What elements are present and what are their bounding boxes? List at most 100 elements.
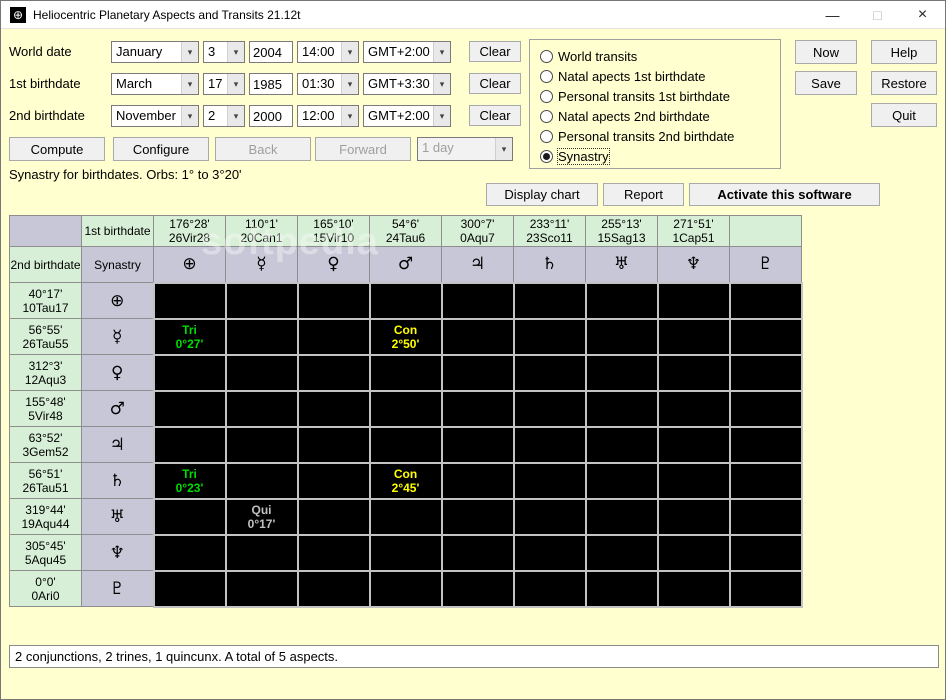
column-position-earth: 176°28' 26Vir28 — [153, 215, 226, 247]
saturn-symbol-icon: ♄ — [513, 246, 586, 283]
row-position-venus: 312°3' 12Aqu3 — [9, 354, 82, 391]
radio-world-transits[interactable]: World transits — [540, 48, 637, 64]
birth1-day-value: 17 — [208, 76, 223, 91]
radio-personal-transits-2nd[interactable]: Personal transits 2nd birthdate — [540, 128, 734, 144]
chevron-down-icon: ▾ — [227, 74, 244, 94]
world-time-select[interactable]: 14:00 ▾ — [297, 41, 359, 63]
mode-group-box: World transits Natal apects 1st birthdat… — [529, 39, 781, 169]
aspect-cell-mars-pluto — [728, 389, 803, 428]
aspect-cell-saturn-pluto — [728, 461, 803, 500]
minimize-icon[interactable]: — — [810, 1, 855, 29]
aspect-cell-venus-mercury — [224, 353, 299, 392]
radio-icon — [540, 49, 553, 63]
aspect-cell-jupiter-jupiter — [440, 425, 515, 464]
quit-button[interactable]: Quit — [871, 103, 937, 127]
chevron-down-icon: ▾ — [227, 42, 244, 62]
world-month-select[interactable]: January ▾ — [111, 41, 199, 63]
chevron-down-icon: ▾ — [341, 74, 358, 94]
birth2-day-select[interactable]: 2 ▾ — [203, 105, 245, 127]
birth1-time-select[interactable]: 01:30 ▾ — [297, 73, 359, 95]
chevron-down-icon: ▾ — [433, 106, 450, 126]
row-position-uranus: 319°44' 19Aqu44 — [9, 498, 82, 535]
aspect-cell-mercury-saturn — [512, 317, 587, 356]
birth2-clear-button[interactable]: Clear — [469, 105, 521, 126]
birth1-day-select[interactable]: 17 ▾ — [203, 73, 245, 95]
aspect-cell-saturn-jupiter — [440, 461, 515, 500]
birth1-clear-button[interactable]: Clear — [469, 73, 521, 94]
aspect-cell-saturn-earth: Tri 0°23' — [152, 461, 227, 500]
world-clear-button[interactable]: Clear — [469, 41, 521, 62]
main-content: World date January ▾ 3 ▾ 14:00 ▾ GMT+2:0… — [1, 29, 945, 699]
aspect-cell-earth-mercury — [224, 281, 299, 320]
radio-selected-icon — [540, 149, 553, 163]
aspect-cell-mercury-mars: Con 2°50' — [368, 317, 443, 356]
aspect-cell-mercury-pluto — [728, 317, 803, 356]
configure-button[interactable]: Configure — [113, 137, 209, 161]
radio-label: Natal apects 1st birthdate — [558, 68, 706, 84]
column-position-uranus: 255°13' 15Sag13 — [585, 215, 658, 247]
saturn-symbol-icon: ♄ — [81, 462, 154, 499]
world-day-select[interactable]: 3 ▾ — [203, 41, 245, 63]
aspect-cell-pluto-venus — [296, 569, 371, 608]
chevron-down-icon: ▾ — [181, 74, 198, 94]
grid-row-pluto: 0°0' 0Ari0 ♇ — [9, 569, 803, 608]
aspect-cell-jupiter-neptune — [656, 425, 731, 464]
grid-row-venus: 312°3' 12Aqu3 ♀ — [9, 353, 803, 392]
aspect-cell-saturn-saturn — [512, 461, 587, 500]
second-birthdate-label: 2nd birthdate — [9, 108, 85, 123]
mercury-symbol-icon: ☿ — [81, 318, 154, 355]
birth1-year-input[interactable] — [249, 73, 293, 95]
birth2-year-input[interactable] — [249, 105, 293, 127]
close-icon[interactable]: × — [900, 1, 945, 29]
chevron-down-icon: ▾ — [433, 74, 450, 94]
row-position-neptune: 305°45' 5Aqu45 — [9, 534, 82, 571]
birth1-timezone-value: GMT+3:30 — [368, 76, 430, 91]
aspect-cell-jupiter-mars — [368, 425, 443, 464]
birth1-timezone-select[interactable]: GMT+3:30 ▾ — [363, 73, 451, 95]
report-button[interactable]: Report — [603, 183, 684, 206]
world-timezone-select[interactable]: GMT+2:00 ▾ — [363, 41, 451, 63]
radio-personal-transits-1st[interactable]: Personal transits 1st birthdate — [540, 88, 730, 104]
chevron-down-icon: ▾ — [181, 106, 198, 126]
now-button[interactable]: Now — [795, 40, 857, 64]
birth2-month-select[interactable]: November ▾ — [111, 105, 199, 127]
first-birthdate-header: 1st birthdate — [81, 215, 154, 247]
birth2-time-select[interactable]: 12:00 ▾ — [297, 105, 359, 127]
radio-synastry[interactable]: Synastry — [540, 147, 610, 165]
radio-natal-aspects-1st[interactable]: Natal apects 1st birthdate — [540, 68, 705, 84]
save-button[interactable]: Save — [795, 71, 857, 95]
aspect-cell-mars-earth — [152, 389, 227, 428]
birth2-timezone-select[interactable]: GMT+2:00 ▾ — [363, 105, 451, 127]
compute-button[interactable]: Compute — [9, 137, 105, 161]
aspect-cell-earth-jupiter — [440, 281, 515, 320]
aspect-cell-venus-venus — [296, 353, 371, 392]
aspect-cell-neptune-pluto — [728, 533, 803, 572]
aspect-cell-mars-mercury — [224, 389, 299, 428]
activate-software-button[interactable]: Activate this software — [689, 183, 880, 206]
aspect-cell-mercury-venus — [296, 317, 371, 356]
grid-corner-blank — [9, 215, 82, 247]
radio-label: World transits — [558, 48, 638, 64]
world-year-input[interactable] — [249, 41, 293, 63]
help-button[interactable]: Help — [871, 40, 937, 64]
radio-natal-aspects-2nd[interactable]: Natal apects 2nd birthdate — [540, 108, 710, 124]
pluto-symbol-icon: ♇ — [81, 570, 154, 607]
display-chart-button[interactable]: Display chart — [486, 183, 598, 206]
window-controls: — □ × — [810, 1, 945, 29]
aspect-cell-mars-mars — [368, 389, 443, 428]
aspect-cell-venus-saturn — [512, 353, 587, 392]
grid-row-saturn: 56°51' 26Tau51 ♄ Tri 0°23' Con 2°45' — [9, 461, 803, 500]
row-position-earth: 40°17' 10Tau17 — [9, 282, 82, 319]
birth1-month-select[interactable]: March ▾ — [111, 73, 199, 95]
aspect-cell-mars-jupiter — [440, 389, 515, 428]
aspect-cell-uranus-mercury: Qui 0°17' — [224, 497, 299, 536]
aspect-cell-mars-neptune — [656, 389, 731, 428]
row-position-saturn: 56°51' 26Tau51 — [9, 462, 82, 499]
window-title: Heliocentric Planetary Aspects and Trans… — [33, 7, 301, 22]
aspect-cell-pluto-jupiter — [440, 569, 515, 608]
grid-row-mars: 155°48' 5Vir48 ♂ — [9, 389, 803, 428]
birth2-timezone-value: GMT+2:00 — [368, 108, 430, 123]
column-position-mercury: 110°1' 20Can1 — [225, 215, 298, 247]
restore-button[interactable]: Restore — [871, 71, 937, 95]
row-position-mars: 155°48' 5Vir48 — [9, 390, 82, 427]
